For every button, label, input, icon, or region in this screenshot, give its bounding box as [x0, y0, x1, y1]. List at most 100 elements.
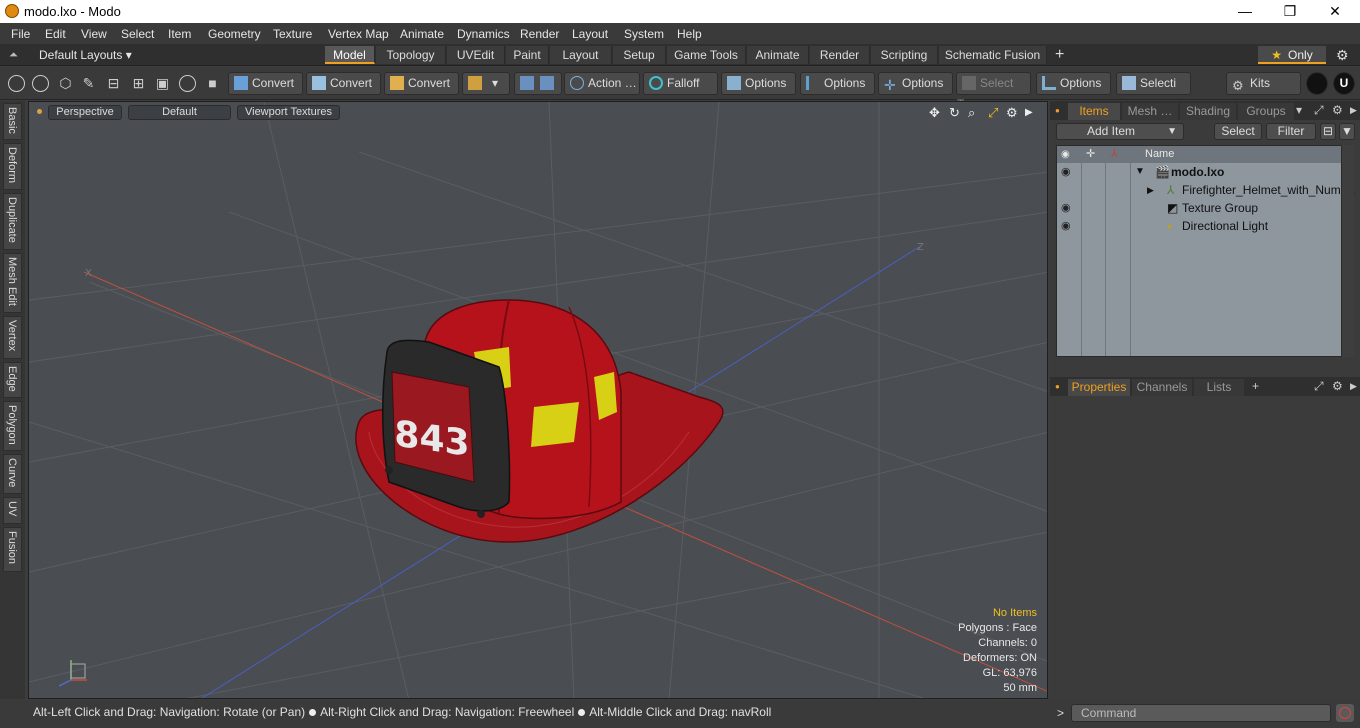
- viewport-menu-dot[interactable]: [37, 109, 42, 114]
- tabs-dropdown-icon[interactable]: ▾: [1296, 103, 1302, 117]
- tab-layout[interactable]: Layout: [550, 46, 612, 64]
- visibility-column-icon[interactable]: ◉: [1061, 146, 1070, 163]
- convert-button-3[interactable]: Convert: [384, 72, 459, 95]
- options-button-3[interactable]: ✛ Options: [878, 72, 953, 95]
- expand-arrow-icon[interactable]: ▼: [1135, 163, 1145, 181]
- sphere-mode-icon[interactable]: [32, 75, 49, 92]
- vtab-curve[interactable]: Curve: [3, 454, 22, 494]
- menu-geometry[interactable]: Geometry: [208, 27, 261, 41]
- polygons-mode-icon[interactable]: ⊞: [130, 75, 147, 92]
- convert-button-1[interactable]: Convert: [228, 72, 303, 95]
- vtab-edge[interactable]: Edge: [3, 362, 22, 398]
- tab-shading[interactable]: Shading: [1180, 103, 1236, 120]
- maximize-view-icon[interactable]: ⤢: [988, 105, 998, 121]
- falloff-button[interactable]: Falloff: [643, 72, 718, 95]
- tab-schematic-fusion[interactable]: Schematic Fusion: [939, 46, 1047, 64]
- viewport-scene[interactable]: X Z 843: [29, 102, 1048, 699]
- list-item-texture-group[interactable]: ◉ ◩ Texture Group: [1057, 199, 1341, 217]
- rotate-view-icon[interactable]: ↻: [949, 105, 960, 121]
- panel-arrow-icon[interactable]: ▶: [1350, 381, 1357, 392]
- name-column-header[interactable]: Name: [1145, 146, 1174, 163]
- menu-dynamics[interactable]: Dynamics: [457, 27, 510, 41]
- eye-icon[interactable]: ◉: [1061, 199, 1071, 217]
- vtab-duplicate[interactable]: Duplicate: [3, 193, 22, 250]
- tab-properties[interactable]: Properties: [1068, 379, 1130, 396]
- tab-render[interactable]: Render: [810, 46, 870, 64]
- firefighter-helmet[interactable]: 843: [355, 299, 724, 543]
- default-layouts-dropdown[interactable]: Default Layouts ▾: [39, 48, 132, 62]
- drop-tool-icon[interactable]: ⬡: [57, 75, 74, 92]
- vtab-mesh-edit[interactable]: Mesh Edit: [3, 253, 22, 313]
- menu-select[interactable]: Select: [121, 27, 154, 41]
- menu-file[interactable]: File: [11, 27, 30, 41]
- panel-gear-icon[interactable]: ⚙: [1332, 103, 1343, 117]
- type-column-icon[interactable]: ⅄: [1111, 146, 1118, 163]
- list-options-icon[interactable]: ⊟: [1320, 123, 1336, 140]
- add-tab-icon[interactable]: +: [1252, 379, 1259, 393]
- vertices-mode-icon[interactable]: [8, 75, 25, 92]
- panel-arrow-icon[interactable]: ▶: [1350, 105, 1357, 116]
- select-button[interactable]: Select: [1214, 123, 1262, 140]
- funnel-icon[interactable]: ▼: [1339, 123, 1355, 140]
- menu-texture[interactable]: Texture: [273, 27, 312, 41]
- tab-groups[interactable]: Groups: [1238, 103, 1294, 120]
- vtab-uv[interactable]: UV: [3, 497, 22, 524]
- options-button-2[interactable]: Options: [800, 72, 875, 95]
- command-input[interactable]: Command: [1071, 704, 1331, 722]
- eye-icon[interactable]: ◉: [1061, 217, 1071, 235]
- viewport-textures-dropdown[interactable]: Viewport Textures: [237, 105, 340, 120]
- cube-dropdown-button[interactable]: ▾: [462, 72, 510, 95]
- filter-button[interactable]: Filter: [1266, 123, 1316, 140]
- move-view-icon[interactable]: ✥: [929, 105, 940, 121]
- snapping-button[interactable]: [514, 72, 562, 95]
- close-button[interactable]: ✕: [1312, 0, 1358, 23]
- collapse-arrow-icon[interactable]: ▶: [1147, 181, 1154, 199]
- maximize-button[interactable]: ❐: [1267, 0, 1313, 23]
- tab-mesh[interactable]: Mesh …: [1122, 103, 1178, 120]
- options-button-4[interactable]: Options: [1036, 72, 1111, 95]
- item-mode-icon[interactable]: ■: [204, 75, 221, 92]
- menu-vertex-map[interactable]: Vertex Map: [328, 27, 389, 41]
- tab-setup[interactable]: Setup: [613, 46, 666, 64]
- vtab-basic[interactable]: Basic: [3, 103, 22, 140]
- menu-animate[interactable]: Animate: [400, 27, 444, 41]
- vtab-fusion[interactable]: Fusion: [3, 527, 22, 572]
- panel-dot-icon[interactable]: ●: [1055, 106, 1060, 115]
- pivot-mode-icon[interactable]: [179, 75, 196, 92]
- eye-icon[interactable]: ◉: [1061, 163, 1071, 181]
- expand-panel-icon[interactable]: ⤢: [1314, 103, 1324, 118]
- pen-tool-icon[interactable]: ✎: [80, 75, 97, 92]
- expand-panel-icon[interactable]: ⤢: [1314, 379, 1324, 394]
- menu-help[interactable]: Help: [677, 27, 702, 41]
- menu-item[interactable]: Item: [168, 27, 191, 41]
- vtab-deform[interactable]: Deform: [3, 143, 22, 190]
- menu-view[interactable]: View: [81, 27, 107, 41]
- unity-button[interactable]: [1306, 72, 1328, 95]
- add-item-button[interactable]: Add Item ▼: [1056, 123, 1184, 140]
- viewport-gear-icon[interactable]: ⚙: [1006, 105, 1018, 121]
- kits-button[interactable]: ⚙ Kits: [1226, 72, 1301, 95]
- select-through-button[interactable]: Select T…: [956, 72, 1031, 111]
- zoom-view-icon[interactable]: ⌕: [968, 105, 975, 121]
- edges-mode-icon[interactable]: ⊟: [105, 75, 122, 92]
- tab-channels[interactable]: Channels: [1132, 379, 1192, 396]
- tab-model[interactable]: Model: [325, 46, 375, 64]
- minimize-button[interactable]: —: [1222, 0, 1268, 23]
- unreal-button[interactable]: U: [1333, 72, 1355, 95]
- selection-button[interactable]: Selecti …: [1116, 72, 1191, 111]
- materials-mode-icon[interactable]: ▣: [154, 75, 171, 92]
- tab-scripting[interactable]: Scripting: [871, 46, 938, 64]
- view-mode-dropdown[interactable]: Perspective: [48, 105, 122, 120]
- lock-column-icon[interactable]: ✛: [1086, 146, 1095, 163]
- menu-render[interactable]: Render: [520, 27, 559, 41]
- list-item-directional-light[interactable]: ◉ ◐ Directional Light: [1057, 217, 1341, 235]
- menu-system[interactable]: System: [624, 27, 664, 41]
- layouts-up-icon[interactable]: ⏶: [9, 49, 18, 62]
- list-item-modo-lxo[interactable]: ◉ ▼ 🎬 modo.lxo: [1057, 163, 1341, 181]
- tab-topology[interactable]: Topology: [376, 46, 446, 64]
- options-button-1[interactable]: Options: [721, 72, 796, 95]
- add-tab-icon[interactable]: +: [1055, 46, 1064, 64]
- menu-edit[interactable]: Edit: [45, 27, 66, 41]
- viewport-arrow-icon[interactable]: ▶: [1025, 107, 1033, 118]
- tab-items[interactable]: Items: [1068, 103, 1120, 120]
